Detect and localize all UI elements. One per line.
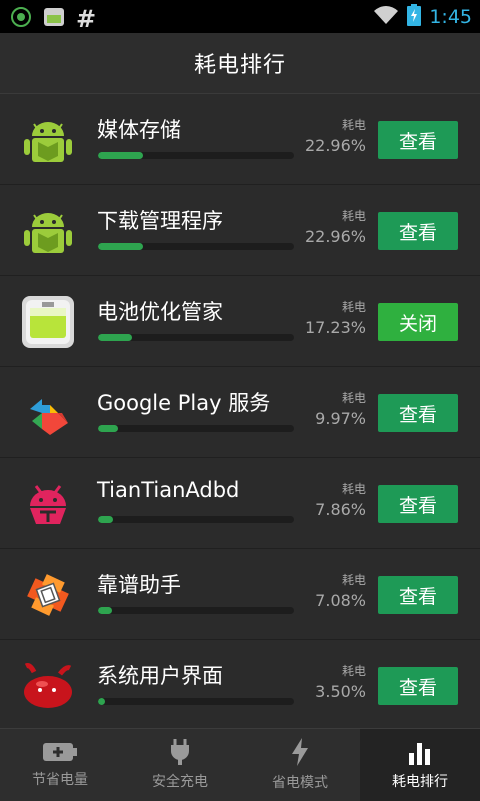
lightning-icon [290, 738, 310, 766]
usage-percent: 22.96% [304, 227, 366, 246]
usage-label: 耗电 [341, 482, 366, 496]
app-name: Google Play 服务 [97, 391, 271, 415]
usage-progress-bar [98, 425, 294, 432]
android-robot-icon [20, 112, 76, 168]
battery-charging-icon [407, 4, 422, 30]
android-robot-icon [20, 203, 76, 259]
close-button[interactable]: 关闭 [378, 303, 458, 341]
usage-label: 耗电 [341, 573, 366, 587]
list-item: TianTianAdbd 耗电 7.86% 查看 [0, 458, 480, 549]
usage-percent: 17.23% [304, 318, 366, 337]
app-usage-list: 媒体存储 耗电 22.96% 查看 下载管理程序 耗电 22.96% 查看 电池… [0, 94, 480, 731]
view-button[interactable]: 查看 [378, 212, 458, 250]
usage-percent: 22.96% [304, 136, 366, 155]
app-name: 下载管理程序 [97, 209, 223, 233]
status-time: 1:45 [429, 6, 472, 28]
usage-progress-bar [98, 152, 294, 159]
tab-label: 耗电排行 [392, 774, 448, 790]
plug-icon [169, 739, 191, 765]
list-item: 媒体存储 耗电 22.96% 查看 [0, 94, 480, 185]
page-title: 耗电排行 [193, 53, 286, 78]
bar-chart-icon [407, 739, 433, 765]
jelly-bean-icon [20, 658, 76, 714]
list-item: 靠谱助手 耗电 7.08% 查看 [0, 549, 480, 640]
tab-save-power[interactable]: 节省电量 [0, 729, 120, 801]
title-bar: 耗电排行 [0, 33, 480, 94]
view-button[interactable]: 查看 [378, 121, 458, 159]
usage-progress-fill [98, 334, 132, 341]
usage-percent: 9.97% [315, 409, 366, 428]
battery-app-icon [42, 5, 66, 33]
battery-plus-icon [42, 741, 78, 763]
list-item: 系统用户界面 耗电 3.50% 查看 [0, 640, 480, 731]
usage-label: 耗电 [341, 664, 366, 678]
helper-app-icon [20, 567, 76, 623]
hash-icon: # [76, 5, 97, 33]
red-bug-icon [20, 476, 76, 532]
usage-label: 耗电 [341, 118, 366, 132]
view-button[interactable]: 查看 [378, 576, 458, 614]
usage-progress-bar [98, 516, 294, 523]
usage-progress-bar [98, 334, 294, 341]
app-name: 系统用户界面 [97, 664, 223, 688]
tab-label: 省电模式 [272, 775, 328, 791]
usage-progress-bar [98, 607, 294, 614]
usage-percent: 3.50% [315, 682, 366, 701]
battery-app-icon [20, 294, 76, 350]
app-name: TianTianAdbd [97, 478, 240, 502]
view-button[interactable]: 查看 [378, 485, 458, 523]
bottom-tab-bar: 节省电量 安全充电 省电模式 耗电排行 [0, 728, 480, 801]
usage-progress-bar [98, 243, 294, 250]
google-play-services-icon [20, 385, 76, 441]
wifi-icon [373, 5, 399, 29]
usage-progress-fill [98, 243, 143, 250]
view-button[interactable]: 查看 [378, 667, 458, 705]
app-name: 媒体存储 [97, 118, 181, 142]
app-name: 靠谱助手 [97, 573, 181, 597]
usage-label: 耗电 [341, 209, 366, 223]
android-debug-icon [10, 6, 32, 32]
usage-percent: 7.08% [315, 591, 366, 610]
app-name: 电池优化管家 [97, 300, 223, 324]
usage-progress-bar [98, 698, 294, 705]
list-item: Google Play 服务 耗电 9.97% 查看 [0, 367, 480, 458]
usage-progress-fill [98, 425, 118, 432]
tab-power-mode[interactable]: 省电模式 [240, 729, 360, 801]
usage-percent: 7.86% [315, 500, 366, 519]
usage-label: 耗电 [341, 391, 366, 405]
usage-progress-fill [98, 607, 112, 614]
usage-progress-fill [98, 516, 114, 523]
list-item: 下载管理程序 耗电 22.96% 查看 [0, 185, 480, 276]
list-item: 电池优化管家 耗电 17.23% 关闭 [0, 276, 480, 367]
usage-label: 耗电 [341, 300, 366, 314]
tab-label: 安全充电 [152, 774, 208, 790]
usage-progress-fill [98, 698, 105, 705]
usage-progress-fill [98, 152, 143, 159]
tab-safe-charge[interactable]: 安全充电 [120, 729, 240, 801]
tab-label: 节省电量 [32, 772, 88, 788]
view-button[interactable]: 查看 [378, 394, 458, 432]
status-bar: # 1:45 [0, 0, 480, 33]
tab-power-ranking[interactable]: 耗电排行 [360, 729, 480, 801]
